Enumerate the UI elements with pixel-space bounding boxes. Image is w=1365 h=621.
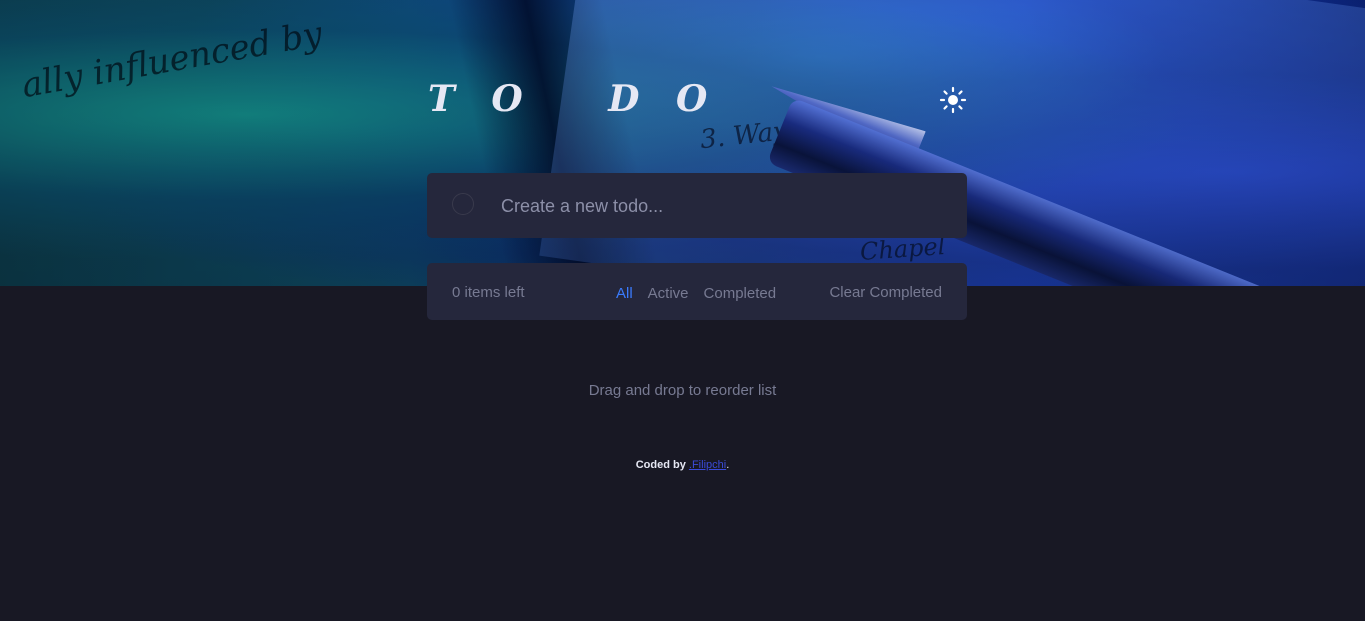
- header-banner-image: ally influenced by 3. Ways Chapel: [0, 0, 1365, 286]
- sun-icon: [939, 86, 967, 114]
- filter-active[interactable]: Active: [648, 285, 689, 302]
- new-todo-check-circle[interactable]: [452, 193, 474, 215]
- author-link[interactable]: .Filipchi: [689, 459, 726, 471]
- theme-toggle-button[interactable]: [939, 86, 967, 114]
- clear-completed-button[interactable]: Clear Completed: [829, 284, 942, 301]
- attribution: Coded by .Filipchi.: [0, 459, 1365, 471]
- filter-completed[interactable]: Completed: [704, 285, 777, 302]
- todo-app: ally influenced by 3. Ways Chapel T O D …: [0, 0, 1365, 621]
- page-title: T O D O: [428, 78, 720, 120]
- new-todo-input[interactable]: [499, 189, 943, 223]
- items-left-count: 0 items left: [452, 284, 525, 301]
- new-todo-card: [427, 173, 967, 238]
- attribution-prefix: Coded by: [635, 459, 689, 471]
- filter-group: All Active Completed: [616, 285, 791, 302]
- filter-all[interactable]: All: [616, 285, 633, 302]
- todo-footer-bar: 0 items left All Active Completed Clear …: [427, 263, 967, 320]
- drag-drop-hint: Drag and drop to reorder list: [588, 382, 777, 399]
- attribution-suffix: .: [726, 459, 730, 471]
